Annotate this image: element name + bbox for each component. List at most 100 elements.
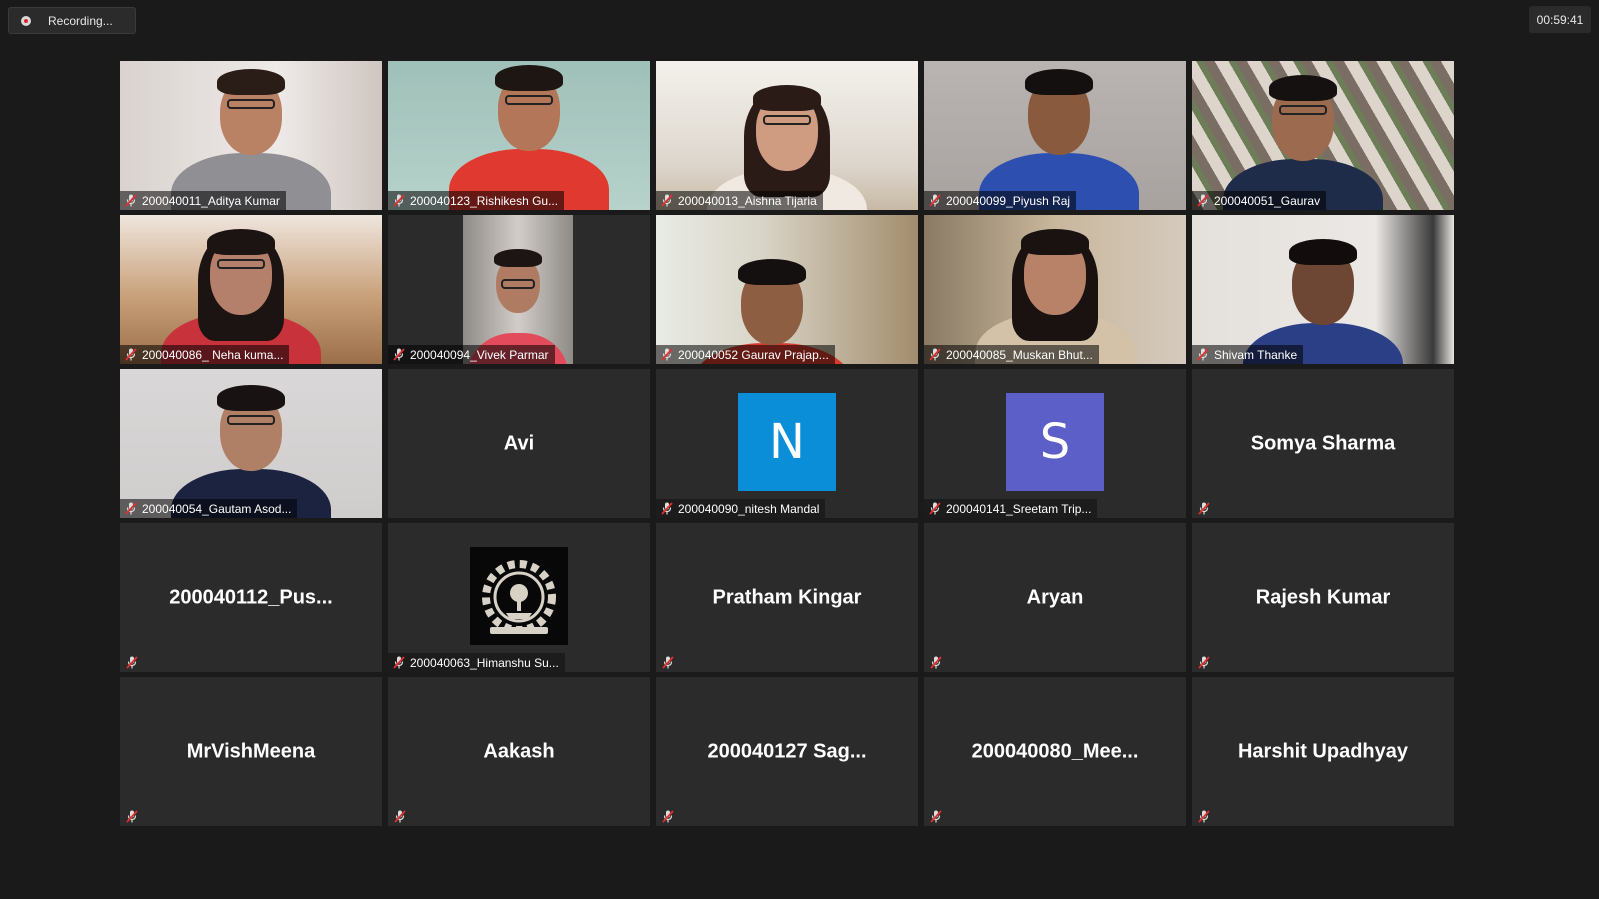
institute-logo xyxy=(470,547,568,645)
participant-tile[interactable]: 200040011_Aditya Kumar xyxy=(120,61,382,210)
avatar: S xyxy=(1006,393,1104,491)
mic-muted-icon xyxy=(929,502,941,515)
mic-muted-icon xyxy=(126,656,138,669)
participant-tile[interactable]: Shivam Thanke xyxy=(1192,215,1454,364)
person-hair xyxy=(1289,239,1357,265)
participant-name: 200040085_Muskan Bhut... xyxy=(946,347,1093,362)
participant-tile[interactable]: Aakash xyxy=(388,677,650,826)
participant-name: 200040052 Gaurav Prajap... xyxy=(678,347,829,362)
participant-tile[interactable]: 200040123_Rishikesh Gu... xyxy=(388,61,650,210)
person-hair xyxy=(753,85,821,111)
mic-muted-icon xyxy=(1198,656,1210,669)
participant-name-label: 200040063_Himanshu Su... xyxy=(388,653,565,672)
participant-tile[interactable]: 200040085_Muskan Bhut... xyxy=(924,215,1186,364)
participant-name: Pratham Kingar xyxy=(712,586,862,608)
participant-tile[interactable]: Rajesh Kumar xyxy=(1192,523,1454,672)
participant-tile[interactable]: Somya Sharma xyxy=(1192,369,1454,518)
participant-name: Somya Sharma xyxy=(1250,432,1396,454)
glasses xyxy=(505,95,553,105)
person-hair xyxy=(495,65,563,91)
person-hair xyxy=(217,69,285,95)
mic-muted-icon xyxy=(394,810,406,823)
person-hair xyxy=(1269,75,1337,101)
mic-muted-icon xyxy=(662,810,674,823)
participant-name: Avi xyxy=(503,432,535,454)
participant-tile[interactable]: 200040099_Piyush Raj xyxy=(924,61,1186,210)
participant-tile[interactable]: 200040086_ Neha kuma... xyxy=(120,215,382,364)
participant-name-label: 200040085_Muskan Bhut... xyxy=(924,345,1099,364)
person-hair xyxy=(1025,69,1093,95)
participant-name-label: 200040086_ Neha kuma... xyxy=(120,345,290,364)
participant-name: 200040123_Rishikesh Gu... xyxy=(410,193,559,208)
participant-name-label: 200040054_Gautam Asod... xyxy=(120,499,298,518)
participant-tile[interactable]: 200040112_Pus... xyxy=(120,523,382,672)
mic-muted-icon xyxy=(125,348,137,361)
participant-name: 200040051_Gaurav xyxy=(1214,193,1321,208)
participant-name: 200040054_Gautam Asod... xyxy=(142,501,292,516)
participant-tile[interactable]: 200040051_Gaurav xyxy=(1192,61,1454,210)
glasses xyxy=(763,115,811,125)
participant-gallery: 200040011_Aditya Kumar 200040123_Rishikes… xyxy=(120,61,1454,826)
mic-muted-icon xyxy=(1198,810,1210,823)
participant-tile[interactable]: S 200040141_Sreetam Trip... xyxy=(924,369,1186,518)
mic-muted-icon xyxy=(1198,502,1210,515)
participant-name: Aryan xyxy=(1026,586,1084,608)
participant-video-frame xyxy=(463,215,573,364)
participant-name-label: 200040011_Aditya Kumar xyxy=(120,191,286,210)
participant-tile[interactable]: MrVishMeena xyxy=(120,677,382,826)
glasses xyxy=(227,99,275,109)
participant-tile[interactable]: 200040052 Gaurav Prajap... xyxy=(656,215,918,364)
participant-name: Aakash xyxy=(483,740,555,762)
participant-name: Rajesh Kumar xyxy=(1255,586,1391,608)
participant-tile[interactable]: Avi xyxy=(388,369,650,518)
mic-muted-icon xyxy=(661,194,673,207)
mic-muted-icon xyxy=(930,656,942,669)
mic-muted-icon xyxy=(661,348,673,361)
recording-indicator[interactable]: Recording... xyxy=(8,7,136,34)
glasses xyxy=(501,279,535,289)
mic-muted-icon xyxy=(1197,348,1209,361)
participant-video-frame xyxy=(656,215,918,364)
participant-tile[interactable]: 200040094_Vivek Parmar xyxy=(388,215,650,364)
person-hair xyxy=(738,259,806,285)
participant-video-frame xyxy=(924,215,1186,364)
participant-tile[interactable]: Pratham Kingar xyxy=(656,523,918,672)
participant-name: 200040090_nitesh Mandal xyxy=(678,501,820,516)
participant-tile[interactable]: 200040080_Mee... xyxy=(924,677,1186,826)
record-icon xyxy=(21,15,31,26)
participant-tile[interactable]: 200040127 Sag... xyxy=(656,677,918,826)
mic-muted-icon xyxy=(930,810,942,823)
participant-name: MrVishMeena xyxy=(186,740,316,762)
recording-label: Recording... xyxy=(48,13,113,28)
participant-name-label: 200040094_Vivek Parmar xyxy=(388,345,555,364)
mic-muted-icon xyxy=(929,194,941,207)
mic-muted-icon xyxy=(125,194,137,207)
participant-name: 200040086_ Neha kuma... xyxy=(142,347,284,362)
participant-name: 200040127 Sag... xyxy=(707,740,867,762)
participant-tile[interactable]: 200040063_Himanshu Su... xyxy=(388,523,650,672)
participant-name: 200040011_Aditya Kumar xyxy=(142,193,280,208)
participant-video-frame xyxy=(1192,61,1454,210)
participant-tile[interactable]: 200040013_Aishna Tijaria xyxy=(656,61,918,210)
participant-name-label: 200040123_Rishikesh Gu... xyxy=(388,191,565,210)
participant-name: Shivam Thanke xyxy=(1214,347,1298,362)
participant-name-label: 200040090_nitesh Mandal xyxy=(656,499,826,518)
participant-name: 200040099_Piyush Raj xyxy=(946,193,1071,208)
mic-muted-icon xyxy=(393,194,405,207)
participant-tile[interactable]: Aryan xyxy=(924,523,1186,672)
participant-tile[interactable]: 200040054_Gautam Asod... xyxy=(120,369,382,518)
participant-name: 200040112_Pus... xyxy=(169,586,333,608)
participant-tile[interactable]: N 200040090_nitesh Mandal xyxy=(656,369,918,518)
participant-name-label: 200040052 Gaurav Prajap... xyxy=(656,345,835,364)
participant-name: 200040141_Sreetam Trip... xyxy=(946,501,1092,516)
mic-muted-icon xyxy=(929,348,941,361)
avatar: N xyxy=(738,393,836,491)
participant-tile[interactable]: Harshit Upadhyay xyxy=(1192,677,1454,826)
glasses xyxy=(1279,105,1327,115)
glasses xyxy=(227,415,275,425)
person-hair xyxy=(494,249,542,267)
participant-name-label: 200040013_Aishna Tijaria xyxy=(656,191,823,210)
participant-video-frame xyxy=(656,61,918,210)
mic-muted-icon xyxy=(1197,194,1209,207)
participant-name: 200040063_Himanshu Su... xyxy=(410,655,559,670)
